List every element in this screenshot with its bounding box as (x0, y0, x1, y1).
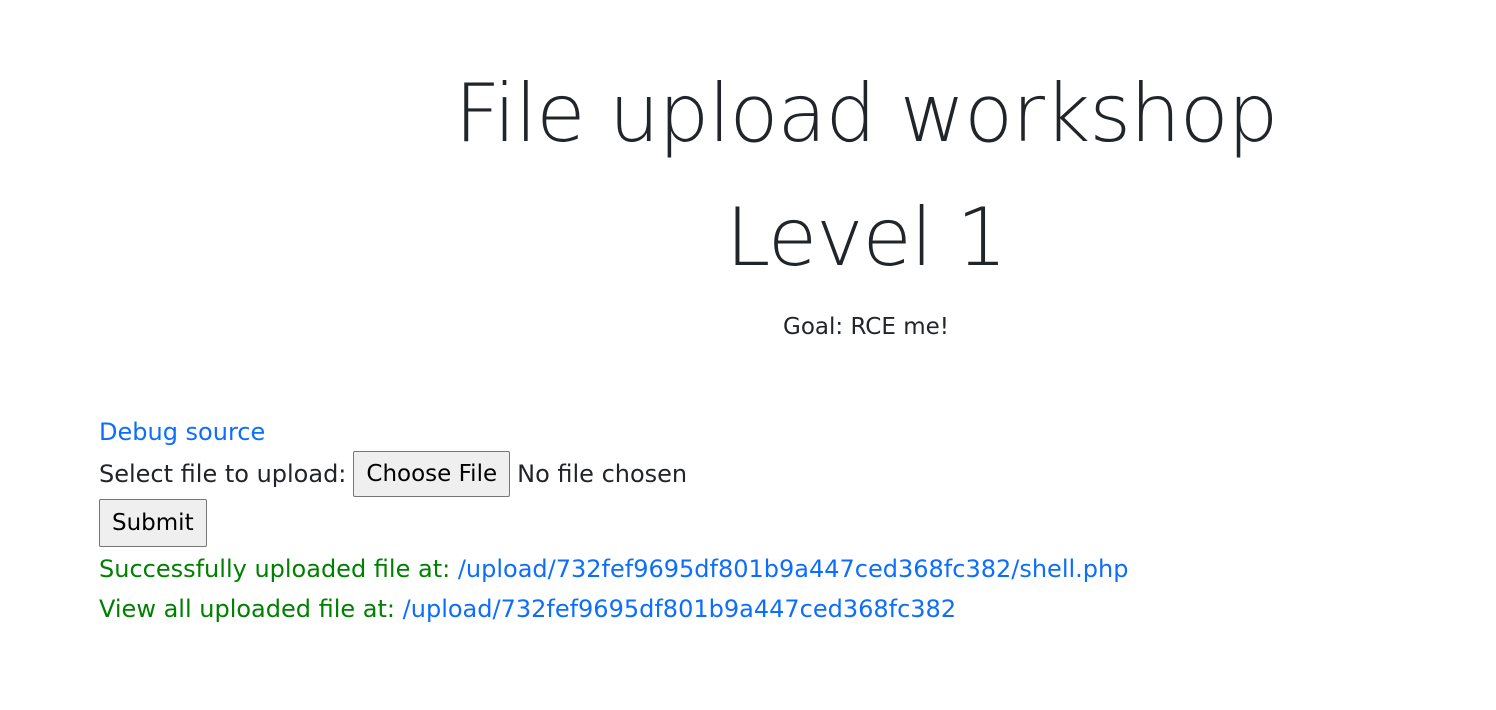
choose-file-button[interactable]: Choose File (353, 451, 511, 497)
file-status-text: No file chosen (517, 460, 688, 488)
success-message: Successfully uploaded file at: /upload/7… (99, 549, 1128, 589)
debug-row: Debug source (99, 416, 1128, 450)
upload-form: Select file to upload: Choose File No fi… (99, 450, 1128, 549)
uploaded-file-link[interactable]: /upload/732fef9695df801b9a447ced368fc382… (458, 555, 1129, 583)
select-file-label: Select file to upload: (99, 460, 347, 488)
page-title-line1: File upload workshop (454, 67, 1279, 160)
debug-source-link[interactable]: Debug source (99, 418, 265, 446)
view-all-label: View all uploaded file at: (99, 595, 396, 623)
main-content: Debug source Select file to upload: Choo… (99, 416, 1128, 629)
view-all-link[interactable]: /upload/732fef9695df801b9a447ced368fc382 (403, 595, 956, 623)
page-title-line2: Level 1 (725, 191, 1008, 284)
submit-row: Submit (99, 499, 1128, 549)
view-all-message: View all uploaded file at: /upload/732fe… (99, 589, 1128, 629)
goal-text: Goal: RCE me! (783, 314, 949, 340)
submit-button[interactable]: Submit (99, 499, 207, 547)
success-message-label: Successfully uploaded file at: (99, 555, 451, 583)
upload-row: Select file to upload: Choose File No fi… (99, 450, 1128, 498)
